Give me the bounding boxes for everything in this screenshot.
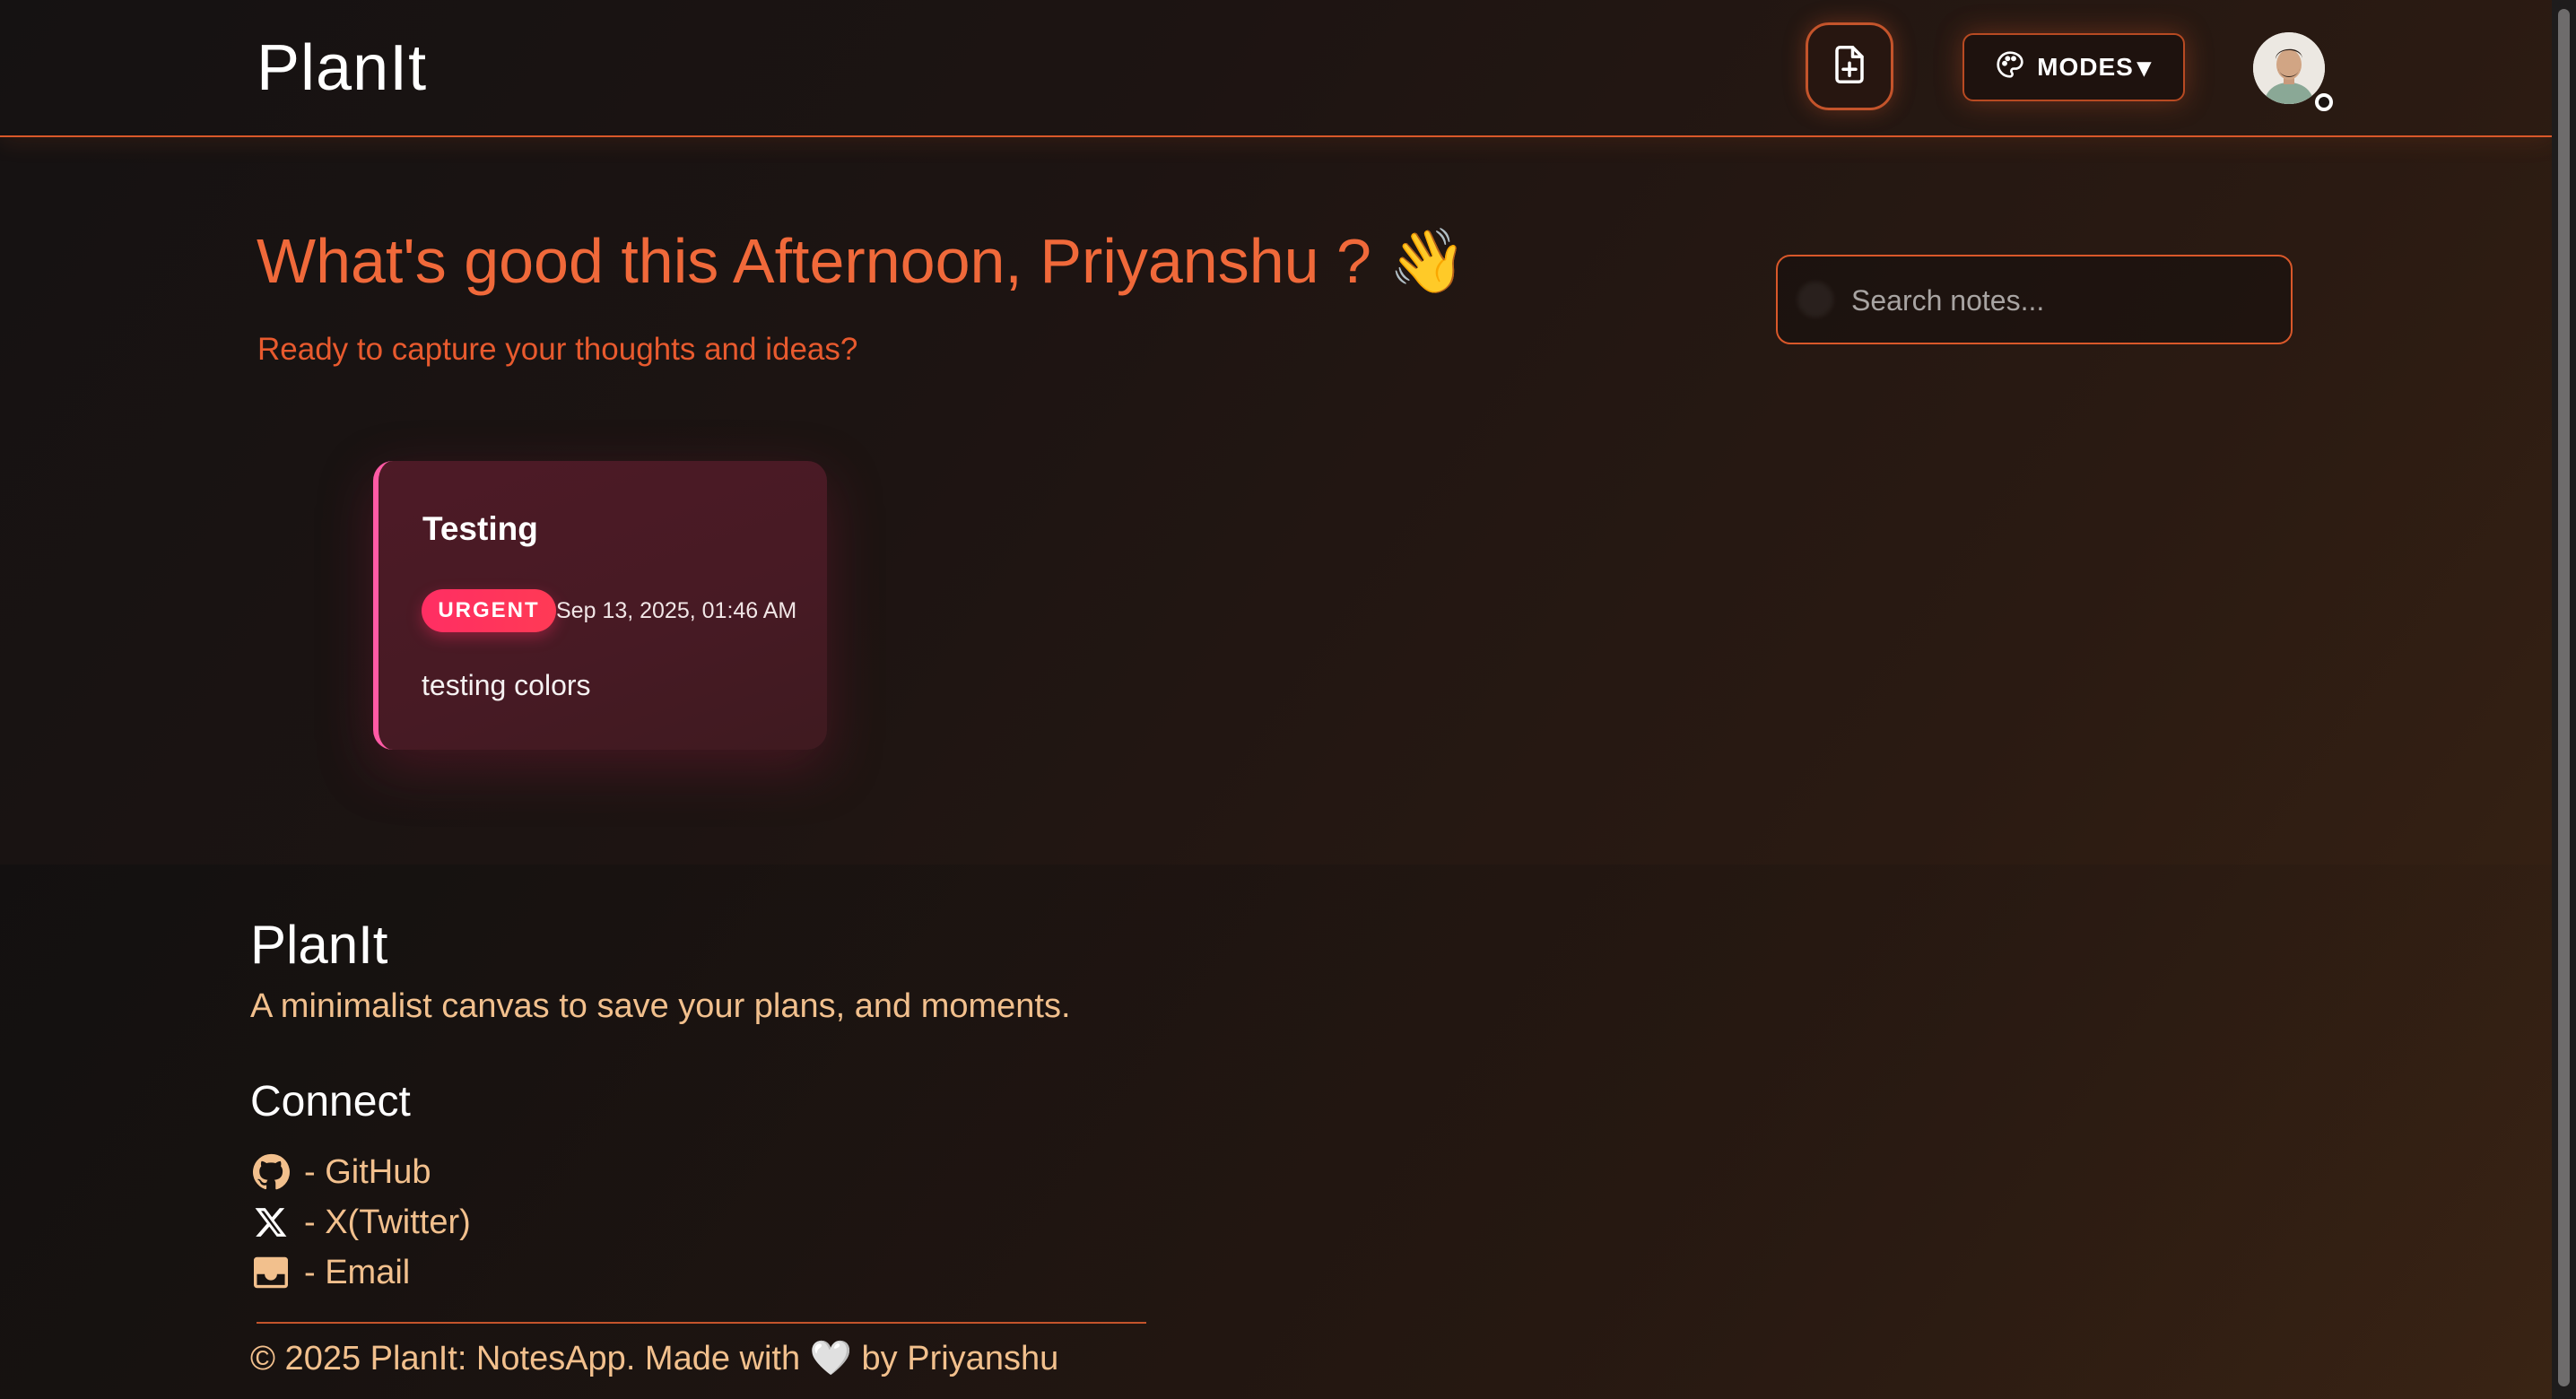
chevron-down-icon: ▾ [2137,52,2152,83]
search-icon [1797,282,1833,317]
github-icon [250,1151,292,1193]
modes-dropdown-button[interactable]: MODES ▾ [1962,33,2185,101]
app-logo[interactable]: PlanIt [257,32,427,104]
copyright-text: © 2025 PlanIt: NotesApp. Made with 🤍 by … [250,1340,1059,1377]
status-indicator [2315,93,2333,111]
greeting-title: What's good this Afternoon, Priyanshu ? … [257,226,1467,296]
note-body: testing colors [422,669,591,701]
scrollbar-thumb[interactable] [2558,9,2570,1386]
app-header: PlanIt MODES ▾ [0,0,2552,137]
greeting-subtitle: Ready to capture your thoughts and ideas… [257,332,858,367]
x-twitter-icon [250,1202,292,1243]
footer-logo: PlanIt [250,915,388,975]
new-note-button[interactable] [1806,22,1893,110]
email-link-label: - Email [304,1253,411,1291]
email-link[interactable]: - Email [250,1249,410,1296]
file-plus-icon [1831,44,1868,90]
modes-label: MODES [2037,53,2134,81]
priority-badge: URGENT [422,589,556,632]
twitter-link[interactable]: - X(Twitter) [250,1199,471,1246]
note-title: Testing [422,510,538,547]
github-link-label: - GitHub [304,1152,431,1191]
inbox-mail-icon [250,1252,292,1293]
connect-heading: Connect [250,1078,411,1125]
github-link[interactable]: - GitHub [250,1149,431,1195]
footer-tagline: A minimalist canvas to save your plans, … [250,987,1071,1025]
avatar[interactable] [2253,32,2325,104]
palette-icon [1996,50,2024,85]
user-avatar-image [2253,32,2325,104]
twitter-link-label: - X(Twitter) [304,1203,471,1241]
search-input[interactable] [1849,269,2275,332]
footer-divider [257,1322,1146,1324]
note-date: Sep 13, 2025, 01:46 AM [556,598,797,623]
